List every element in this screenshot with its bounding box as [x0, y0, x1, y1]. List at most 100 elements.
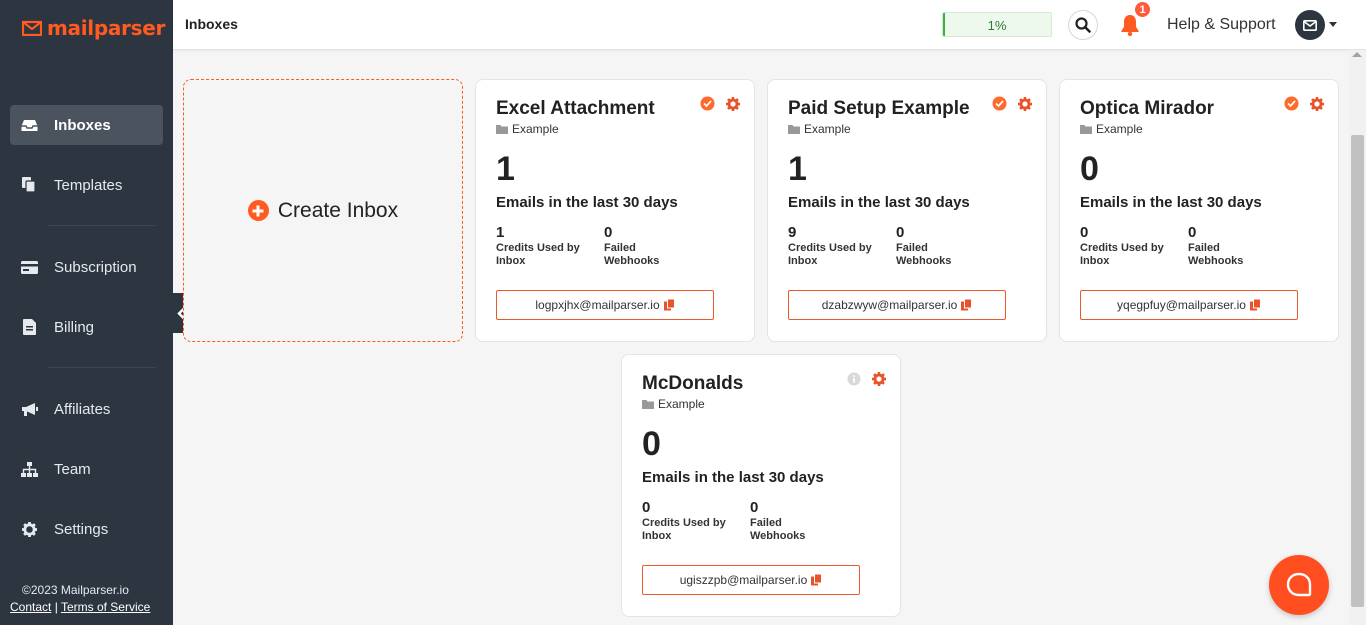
sidebar-item-label: Settings: [54, 520, 109, 538]
inbox-folder: Example: [496, 122, 559, 136]
chevron-down-icon[interactable]: [1329, 22, 1337, 27]
gear-icon[interactable]: [871, 371, 886, 386]
sidebar-item-templates[interactable]: Templates: [10, 165, 163, 205]
create-inbox-card[interactable]: Create Inbox: [183, 79, 463, 342]
sidebar-item-label: Inboxes: [54, 116, 111, 134]
create-inbox-label: Create Inbox: [277, 198, 399, 222]
help-support-link[interactable]: Help & Support: [1167, 16, 1276, 34]
logo-text: mailparser: [47, 16, 166, 40]
failed-webhooks-label: Failed Webhooks: [1188, 242, 1244, 267]
copy-icon[interactable]: [961, 299, 973, 311]
inbox-card[interactable]: Excel Attachment Example 1 Emails in the…: [475, 79, 755, 342]
inbox-card[interactable]: Optica Mirador Example 0 Emails in the l…: [1059, 79, 1339, 342]
inbox-email-address[interactable]: logpxjhx@mailparser.io: [496, 290, 714, 320]
inbox-email-text: dzabzwyw@mailparser.io: [821, 298, 958, 312]
inbox-email-address[interactable]: yqegpfuy@mailparser.io: [1080, 290, 1298, 320]
sidebar-item-inboxes[interactable]: Inboxes: [10, 105, 163, 145]
gear-icon[interactable]: [1309, 96, 1324, 111]
inbox-card-actions: [992, 96, 1032, 111]
page-title: Inboxes: [185, 16, 238, 32]
scrollbar-thumb[interactable]: [1351, 135, 1364, 607]
email-count-label: Emails in the last 30 days: [642, 469, 824, 486]
folder-label: Example: [658, 397, 705, 411]
folder-label: Example: [1096, 122, 1143, 136]
inbox-folder: Example: [1080, 122, 1143, 136]
sidebar-item-settings[interactable]: Settings: [10, 509, 163, 549]
inbox-card[interactable]: McDonalds Example 0 Emails in the last 3…: [621, 354, 901, 617]
failed-webhooks-label: Failed Webhooks: [896, 242, 952, 267]
email-count-label: Emails in the last 30 days: [1080, 194, 1262, 211]
terms-link[interactable]: Terms of Service: [61, 600, 150, 614]
copyright-text: ©2023 Mailparser.io: [22, 583, 129, 597]
credits-value: 0: [1080, 224, 1089, 241]
sidebar: mailparser Inboxes Templates Subscriptio…: [0, 0, 173, 625]
copy-icon[interactable]: [663, 299, 675, 311]
footer-separator: |: [54, 600, 58, 614]
credits-value: 0: [642, 499, 651, 516]
inbox-email-text: ugiszzpb@mailparser.io: [679, 573, 808, 587]
sitemap-icon: [20, 460, 38, 478]
inbox-folder: Example: [788, 122, 851, 136]
inbox-title[interactable]: Excel Attachment: [496, 98, 655, 120]
usage-progress-label: 1%: [987, 18, 1007, 33]
email-count: 1: [788, 150, 807, 188]
credit-card-icon: [20, 258, 38, 276]
inbox-title[interactable]: Paid Setup Example: [788, 98, 970, 120]
check-circle-icon: [1284, 96, 1299, 111]
inbox-email-address[interactable]: ugiszzpb@mailparser.io: [642, 565, 860, 595]
failed-webhooks-value: 0: [750, 499, 759, 516]
search-icon: [1075, 17, 1091, 33]
sidebar-item-billing[interactable]: Billing: [10, 307, 163, 347]
folder-icon: [1080, 124, 1092, 134]
credits-label: Credits Used by Inbox: [1080, 242, 1164, 267]
contact-link[interactable]: Contact: [10, 600, 51, 614]
user-avatar-button[interactable]: [1295, 10, 1325, 40]
mailparser-logo[interactable]: mailparser: [22, 16, 165, 40]
file-invoice-icon: [20, 318, 38, 336]
sidebar-item-team[interactable]: Team: [10, 449, 163, 489]
usage-progress-bar[interactable]: 1%: [942, 12, 1052, 37]
failed-webhooks-stat: 0 Failed Webhooks: [750, 499, 840, 543]
chat-launcher-button[interactable]: [1269, 555, 1329, 615]
credits-stat: 9 Credits Used by Inbox: [788, 224, 878, 268]
check-circle-icon: [700, 96, 715, 111]
chat-bubble-icon: [1286, 572, 1312, 597]
credits-value: 9: [788, 224, 797, 241]
megaphone-icon: [20, 400, 38, 418]
sidebar-item-label: Affiliates: [54, 400, 111, 418]
sidebar-item-affiliates[interactable]: Affiliates: [10, 389, 163, 429]
failed-webhooks-stat: 0 Failed Webhooks: [1188, 224, 1278, 268]
email-count: 0: [642, 425, 661, 463]
inbox-card-actions: [846, 371, 886, 386]
failed-webhooks-label: Failed Webhooks: [604, 242, 660, 267]
inbox-title[interactable]: Optica Mirador: [1080, 98, 1214, 120]
gear-icon: [20, 520, 38, 538]
inbox-email-address[interactable]: dzabzwyw@mailparser.io: [788, 290, 1006, 320]
credits-stat: 1 Credits Used by Inbox: [496, 224, 586, 268]
sidebar-item-label: Billing: [54, 318, 95, 336]
folder-label: Example: [512, 122, 559, 136]
failed-webhooks-value: 0: [896, 224, 905, 241]
inbox-email-text: logpxjhx@mailparser.io: [535, 298, 660, 312]
notification-count-badge: 1: [1133, 0, 1152, 19]
plus-circle-icon: [247, 200, 269, 221]
envelope-logo-icon: [22, 20, 42, 36]
sidebar-item-subscription[interactable]: Subscription: [10, 247, 163, 287]
failed-webhooks-value: 0: [604, 224, 613, 241]
inbox-title[interactable]: McDonalds: [642, 373, 743, 395]
copy-icon[interactable]: [811, 574, 823, 586]
inbox-card-actions: [1284, 96, 1324, 111]
credits-stat: 0 Credits Used by Inbox: [1080, 224, 1170, 268]
gear-icon[interactable]: [725, 96, 740, 111]
inbox-folder: Example: [642, 397, 705, 411]
email-count-label: Emails in the last 30 days: [788, 194, 970, 211]
sidebar-item-label: Team: [54, 460, 91, 478]
inbox-card[interactable]: Paid Setup Example Example 1 Emails in t…: [767, 79, 1047, 342]
failed-webhooks-stat: 0 Failed Webhooks: [896, 224, 986, 268]
copy-icon[interactable]: [1249, 299, 1261, 311]
failed-webhooks-label: Failed Webhooks: [750, 517, 806, 542]
search-button[interactable]: [1068, 10, 1098, 40]
gear-icon[interactable]: [1017, 96, 1032, 111]
folder-label: Example: [804, 122, 851, 136]
scroll-up-arrow-icon[interactable]: [1352, 52, 1362, 57]
